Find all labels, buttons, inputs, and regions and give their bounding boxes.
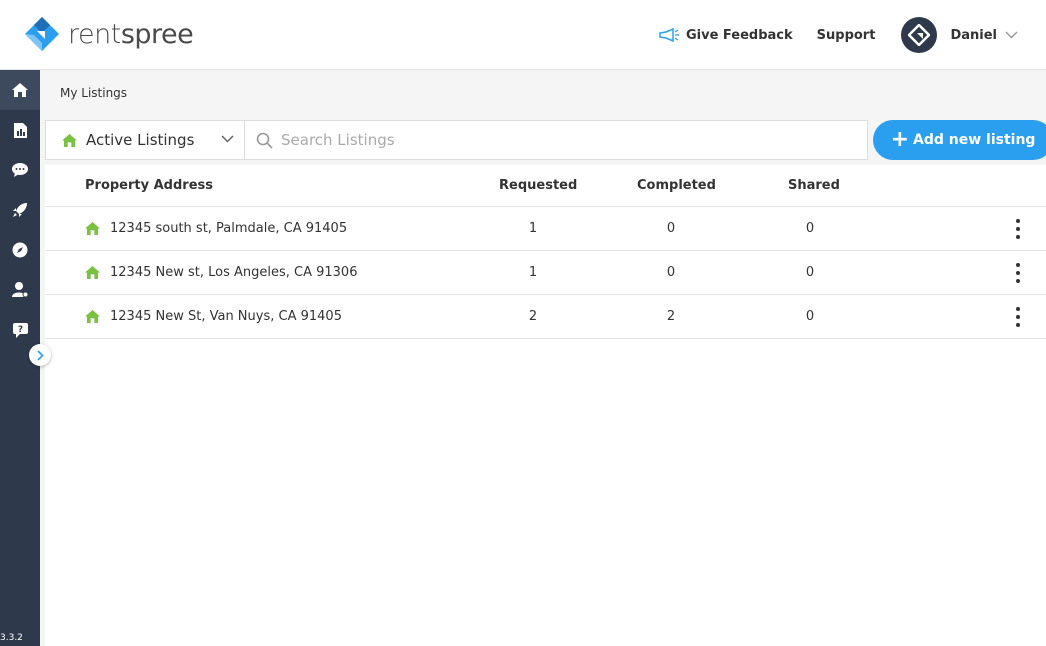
- listing-filter-dropdown[interactable]: Active Listings: [45, 120, 245, 160]
- megaphone-icon: [659, 28, 679, 42]
- sidebar-item-help[interactable]: ?: [0, 310, 40, 350]
- plus-icon: +: [890, 127, 909, 152]
- expand-sidebar-button[interactable]: [29, 344, 51, 366]
- header-property-address[interactable]: Property Address: [85, 178, 213, 193]
- compass-icon: [12, 242, 28, 258]
- home-icon: [12, 83, 28, 97]
- completed-count: 2: [666, 309, 676, 324]
- sidebar-item-home[interactable]: [0, 70, 40, 110]
- header-completed[interactable]: Completed: [637, 178, 716, 193]
- shared-count: 0: [805, 265, 815, 280]
- table-row[interactable]: 12345 New st, Los Angeles, CA 91306 1 0 …: [45, 251, 1046, 295]
- rocket-icon: [13, 203, 27, 217]
- sidebar-item-messages[interactable]: [0, 150, 40, 190]
- listings-table: Property Address Requested Completed Sha…: [45, 165, 1046, 646]
- completed-count: 0: [666, 265, 676, 280]
- table-row[interactable]: 12345 New St, Van Nuys, CA 91405 2 2 0: [45, 295, 1046, 339]
- listing-address-text: 12345 New St, Van Nuys, CA 91405: [110, 309, 342, 324]
- avatar: [901, 17, 938, 53]
- chat-icon: [12, 163, 28, 177]
- add-new-listing-button[interactable]: + Add new listing: [873, 120, 1046, 160]
- main-content: My Listings Active Listings + Add new li…: [40, 70, 1046, 646]
- home-icon: [85, 310, 100, 323]
- search-box[interactable]: [244, 120, 868, 160]
- support-link[interactable]: Support: [817, 28, 876, 43]
- user-name: Daniel: [950, 27, 997, 43]
- help-chat-icon: ?: [12, 322, 28, 338]
- header-requested[interactable]: Requested: [499, 178, 577, 193]
- svg-text:?: ?: [17, 325, 22, 335]
- home-icon: [85, 222, 100, 235]
- table-row[interactable]: 12345 south st, Palmdale, CA 91405 1 0 0: [45, 207, 1046, 251]
- report-icon: [13, 122, 27, 138]
- sidebar-item-launch[interactable]: [0, 190, 40, 230]
- listing-address[interactable]: 12345 New St, Van Nuys, CA 91405: [85, 309, 342, 324]
- listing-toolbar: Active Listings + Add new listing: [45, 120, 1046, 160]
- requested-count: 2: [528, 309, 538, 324]
- chevron-down-icon: [221, 135, 234, 143]
- chevron-down-icon: [1005, 31, 1018, 39]
- listing-address[interactable]: 12345 New st, Los Angeles, CA 91306: [85, 265, 357, 280]
- header-actions: Give Feedback Support Daniel: [658, 0, 1046, 70]
- shared-count: 0: [805, 221, 815, 236]
- more-options-icon[interactable]: [1010, 263, 1026, 283]
- rentspree-logo-icon: [24, 16, 60, 52]
- sidebar-item-explore[interactable]: [0, 230, 40, 270]
- more-options-icon[interactable]: [1010, 219, 1026, 239]
- requested-count: 1: [528, 265, 538, 280]
- search-input[interactable]: [281, 131, 841, 149]
- home-icon: [62, 133, 77, 147]
- sidebar-item-account[interactable]: [0, 270, 40, 310]
- user-menu[interactable]: Daniel: [901, 17, 1018, 53]
- user-settings-icon: [11, 282, 28, 298]
- shared-count: 0: [805, 309, 815, 324]
- home-icon: [85, 266, 100, 279]
- rentspree-logo[interactable]: rentspree: [24, 16, 194, 52]
- chevron-right-icon: [37, 349, 44, 361]
- more-options-icon[interactable]: [1010, 307, 1026, 327]
- logo-wordmark: rentspree: [68, 18, 194, 50]
- table-header: Property Address Requested Completed Sha…: [45, 165, 1046, 207]
- breadcrumb: My Listings: [60, 86, 128, 100]
- listing-address-text: 12345 New st, Los Angeles, CA 91306: [110, 265, 358, 280]
- header-shared[interactable]: Shared: [788, 178, 840, 193]
- give-feedback-label: Give Feedback: [685, 27, 793, 43]
- search-icon: [256, 132, 273, 149]
- requested-count: 1: [528, 221, 538, 236]
- sidebar-item-reports[interactable]: [0, 110, 40, 150]
- give-feedback-button[interactable]: Give Feedback: [658, 28, 793, 43]
- listing-address[interactable]: 12345 south st, Palmdale, CA 91405: [85, 221, 347, 236]
- listing-address-text: 12345 south st, Palmdale, CA 91405: [110, 221, 348, 236]
- top-header: rentspree Give Feedback Support Daniel: [0, 0, 1046, 70]
- version-label: 3.3.2: [0, 633, 23, 643]
- add-new-listing-label: Add new listing: [913, 132, 1036, 148]
- completed-count: 0: [666, 221, 676, 236]
- listing-filter-label: Active Listings: [86, 131, 195, 149]
